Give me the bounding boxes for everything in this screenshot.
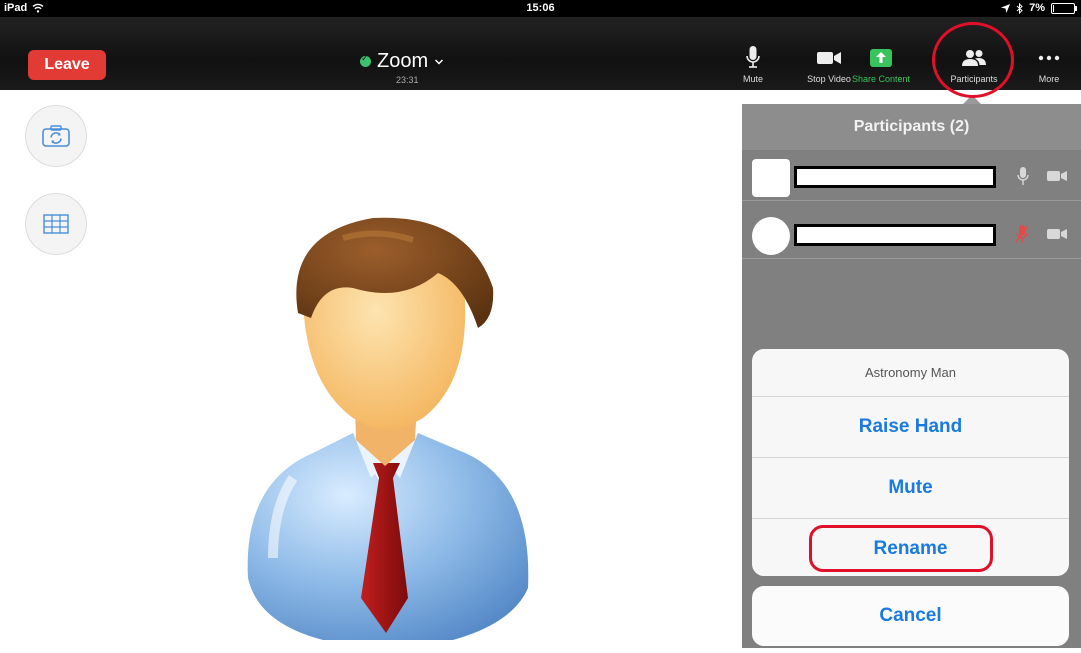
raise-hand-option[interactable]: Raise Hand: [752, 397, 1069, 458]
mute-label: Mute: [742, 74, 763, 84]
participant-avatar: [752, 159, 790, 197]
battery-percent: 7%: [1029, 2, 1045, 14]
leave-button[interactable]: Leave: [28, 50, 106, 80]
share-arrow-icon: [870, 49, 892, 67]
meeting-toolbar: Leave Zoom 23:31 Mute Stop Video: [0, 17, 1081, 90]
muted-microphone-icon: [1015, 225, 1029, 243]
more-label: More: [1038, 74, 1060, 84]
gallery-view-button[interactable]: [25, 193, 87, 255]
encryption-shield-icon: [360, 53, 371, 67]
battery-icon: [1051, 2, 1077, 14]
participant-row[interactable]: [742, 154, 1081, 201]
mute-button[interactable]: Mute: [722, 42, 784, 84]
gallery-grid-icon: [43, 214, 69, 234]
bluetooth-icon: [1016, 2, 1023, 14]
meeting-title[interactable]: Zoom 23:31: [360, 50, 470, 85]
participant-avatar: [752, 217, 790, 255]
participant-row[interactable]: [742, 212, 1081, 259]
switch-camera-button[interactable]: [25, 105, 87, 167]
cancel-button[interactable]: Cancel: [752, 586, 1069, 646]
more-dots-icon: [1038, 55, 1060, 61]
meeting-name: Zoom: [377, 50, 429, 72]
location-arrow-icon: [1001, 3, 1011, 13]
mute-option[interactable]: Mute: [752, 458, 1069, 519]
status-bar: iPad 15:06 7%: [0, 0, 1081, 17]
video-camera-icon: [817, 52, 841, 64]
rename-highlight-box: [809, 525, 993, 572]
battery-fill: [1053, 4, 1054, 12]
share-content-button[interactable]: Share Content: [850, 42, 912, 84]
video-camera-icon: [1047, 229, 1067, 239]
status-right: 7%: [1001, 2, 1077, 14]
user-avatar-illustration: [247, 217, 529, 640]
microphone-icon: [746, 46, 760, 68]
chevron-down-icon: [435, 58, 444, 65]
meeting-timer: 23:31: [396, 75, 419, 85]
status-time: 15:06: [526, 2, 555, 14]
participants-highlight-circle: [932, 22, 1014, 98]
action-sheet-title: Astronomy Man: [752, 349, 1069, 397]
video-camera-icon: [1047, 171, 1067, 181]
share-content-label: Share Content: [851, 74, 911, 84]
participants-title: Participants (2): [742, 104, 1081, 150]
participant-name-redacted: [794, 166, 996, 188]
participant-video-tile: [203, 178, 567, 648]
microphone-icon: [1017, 167, 1029, 185]
participant-name-redacted: [794, 224, 996, 246]
more-button[interactable]: More: [1018, 42, 1080, 84]
switch-camera-icon: [42, 125, 70, 147]
